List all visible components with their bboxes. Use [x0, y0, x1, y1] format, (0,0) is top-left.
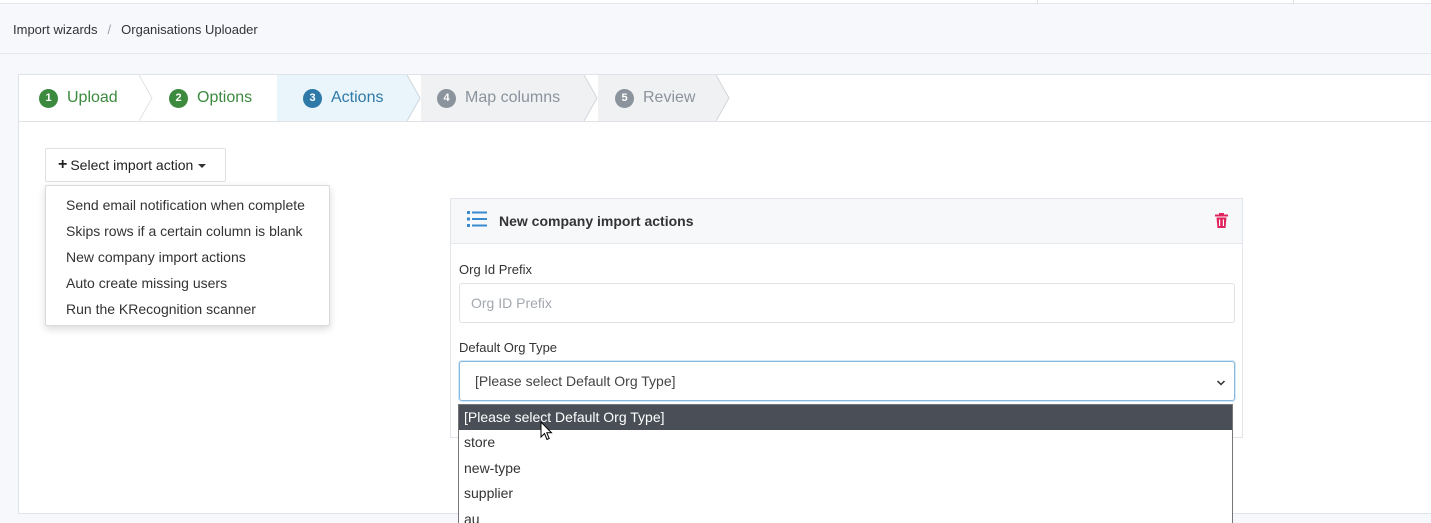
wizard-step-options[interactable]: 2 Options — [153, 75, 277, 121]
step-chevron — [716, 75, 730, 121]
card-title: New company import actions — [499, 213, 694, 229]
mouse-cursor-icon — [540, 421, 553, 441]
menu-item-send-email[interactable]: Send email notification when complete — [46, 192, 329, 218]
top-bar — [0, 0, 1431, 4]
caret-down-icon — [198, 164, 207, 168]
wizard-step-review[interactable]: 5 Review — [598, 75, 716, 121]
step-label: Actions — [331, 89, 384, 106]
wizard-steps: 1 Upload 2 Options 3 Actions 4 Map colum… — [19, 75, 1431, 122]
breadcrumb-item-import-wizards[interactable]: Import wizards — [13, 22, 98, 37]
default-org-type-value: [Please select Default Org Type] — [475, 373, 676, 389]
step-number: 2 — [169, 88, 188, 108]
top-bar-divider — [1037, 0, 1038, 4]
header-divider — [0, 53, 1431, 54]
wizard-step-actions[interactable]: 3 Actions — [277, 75, 407, 121]
breadcrumb-separator: / — [107, 22, 112, 37]
default-org-type-label: Default Org Type — [459, 340, 558, 355]
wizard-step-map-columns[interactable]: 4 Map columns — [421, 75, 584, 121]
step-label: Map columns — [465, 89, 561, 106]
org-type-option[interactable]: store — [459, 430, 1232, 455]
org-id-prefix-input[interactable] — [459, 283, 1235, 323]
select-import-action-button[interactable]: + Select import action — [45, 148, 226, 182]
breadcrumb-item-current: Organisations Uploader — [121, 22, 258, 37]
org-type-option[interactable]: supplier — [459, 481, 1232, 506]
org-id-prefix-label: Org Id Prefix — [459, 262, 532, 277]
card-header: New company import actions — [451, 199, 1242, 244]
step-chevron — [407, 75, 421, 121]
org-type-option[interactable]: au — [459, 507, 1232, 523]
menu-item-auto-create-users[interactable]: Auto create missing users — [46, 270, 329, 296]
plus-icon: + — [58, 156, 68, 173]
step-label: Review — [643, 89, 696, 106]
step-label: Options — [197, 89, 253, 106]
top-bar-divider — [1293, 0, 1294, 4]
wizard-step-upload[interactable]: 1 Upload — [19, 75, 153, 121]
org-type-option[interactable]: new-type — [459, 456, 1232, 481]
step-chevron — [139, 75, 153, 121]
company-import-actions-card: New company import actions Org Id Prefix… — [450, 198, 1243, 438]
step-number: 5 — [615, 88, 634, 108]
step-number: 1 — [39, 88, 58, 108]
step-number: 3 — [303, 88, 322, 108]
step-chevron — [584, 75, 598, 121]
org-type-option[interactable]: [Please select Default Org Type] — [459, 405, 1232, 431]
menu-item-skip-rows[interactable]: Skips rows if a certain column is blank — [46, 218, 329, 244]
trash-icon[interactable] — [1215, 213, 1228, 233]
step-number: 4 — [437, 88, 456, 108]
select-import-action-label: Select import action — [70, 157, 194, 173]
org-type-options-list: [Please select Default Org Type] store n… — [458, 404, 1233, 523]
menu-item-krecognition[interactable]: Run the KRecognition scanner — [46, 296, 329, 322]
menu-item-new-company[interactable]: New company import actions — [46, 244, 329, 270]
list-icon — [467, 210, 487, 232]
chevron-down-icon — [1216, 375, 1226, 391]
default-org-type-select[interactable]: [Please select Default Org Type] — [459, 361, 1235, 401]
import-action-menu: Send email notification when complete Sk… — [45, 185, 330, 326]
step-label: Upload — [67, 89, 118, 106]
breadcrumb: Import wizards / Organisations Uploader — [13, 22, 258, 37]
